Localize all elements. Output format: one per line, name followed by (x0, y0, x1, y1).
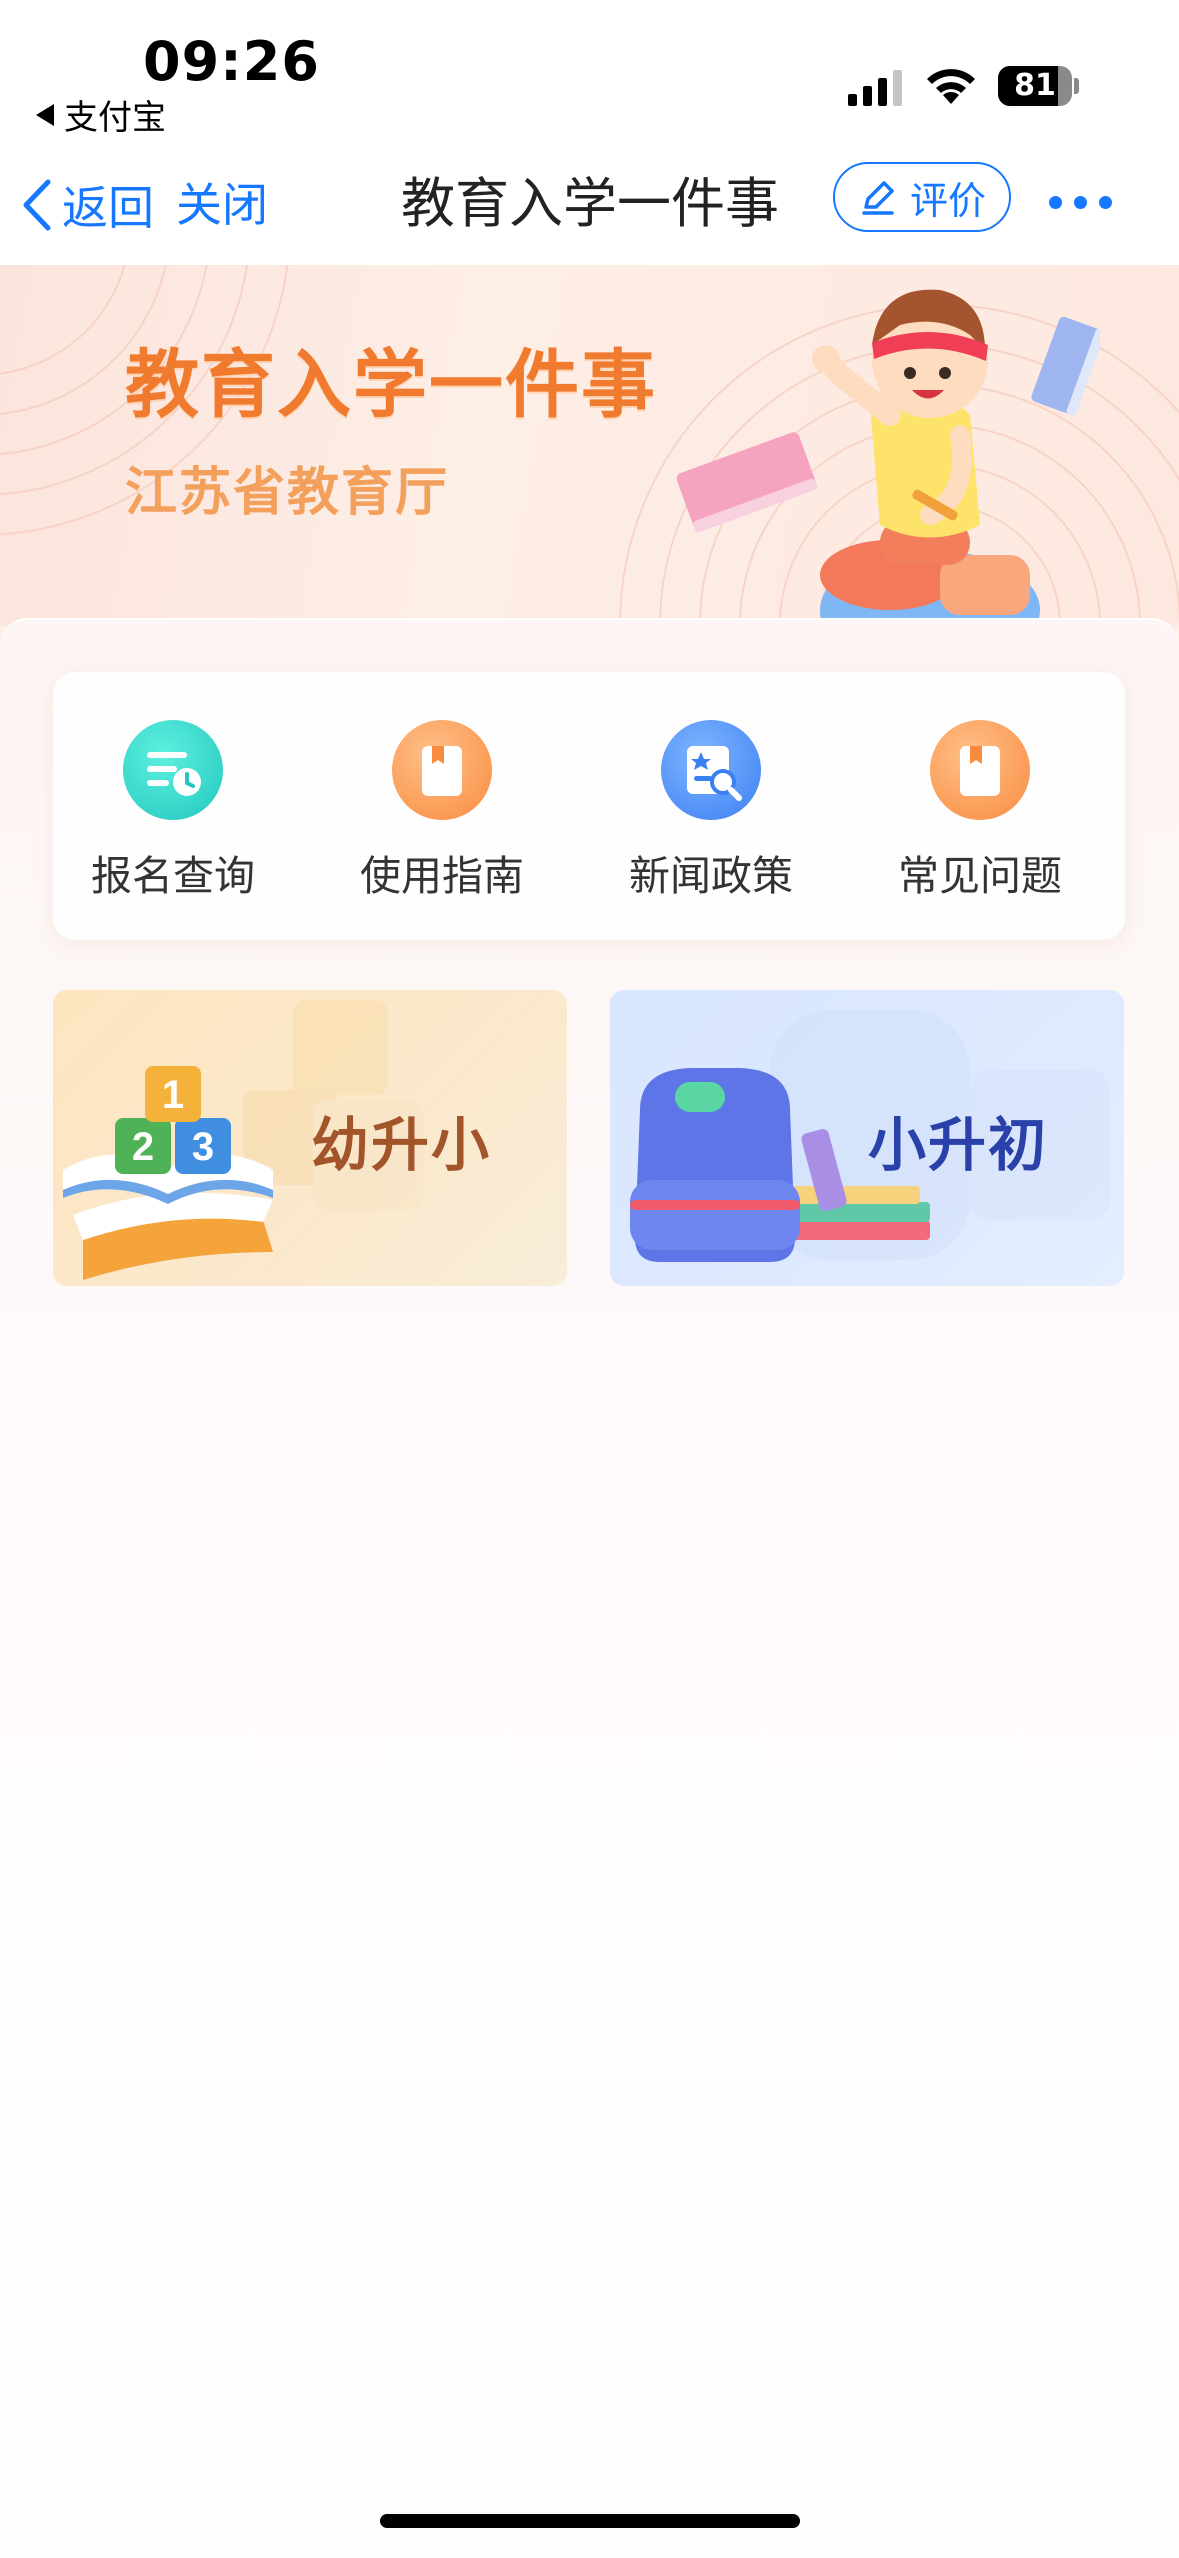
quick-link-news-policy[interactable]: 新闻政策 (591, 720, 831, 900)
quick-link-label: 常见问题 (898, 852, 1062, 900)
more-dot-icon (1073, 195, 1087, 209)
entry-card-kindergarten-to-primary[interactable]: 2 3 1 幼升小 (53, 990, 567, 1286)
home-indicator (380, 2514, 800, 2528)
battery-icon: 81 (998, 66, 1072, 106)
back-app-label: 支付宝 (64, 98, 166, 138)
banner-subtitle: 江苏省教育厅 (125, 463, 450, 523)
student-on-rocket-illustration (676, 289, 1100, 625)
svg-text:1: 1 (162, 1073, 184, 1117)
status-time: 09:26 (143, 30, 320, 93)
svg-text:2: 2 (132, 1125, 154, 1169)
back-label: 返回 (62, 181, 154, 235)
quick-link-label: 使用指南 (360, 852, 524, 900)
status-bar: 09:26 支付宝 81 (0, 0, 1179, 150)
quick-links-card: 报名查询 使用指南 新闻政策 常见问题 (53, 672, 1125, 940)
more-dot-icon (1048, 195, 1062, 209)
quick-link-label: 报名查询 (91, 852, 255, 900)
svg-text:3: 3 (192, 1125, 214, 1169)
chevron-left-icon (23, 179, 51, 231)
close-button[interactable]: 关闭 (176, 170, 268, 240)
entry-card-primary-to-middle[interactable]: 小升初 (610, 990, 1124, 1286)
battery-cap (1074, 78, 1079, 94)
rate-button[interactable]: 评价 (833, 162, 1011, 232)
entry-label: 幼升小 (311, 1111, 492, 1179)
quick-link-label: 新闻政策 (629, 852, 793, 900)
edit-pencil-icon (862, 181, 894, 215)
hero-banner: 教育入学一件事 江苏省教育厅 (0, 265, 1179, 625)
page-title: 教育入学一件事 (401, 172, 779, 235)
entry-label: 小升初 (868, 1111, 1049, 1179)
news-policy-icon (661, 720, 761, 820)
wifi-icon (927, 69, 975, 104)
quick-link-faq[interactable]: 常见问题 (860, 720, 1100, 900)
registration-query-icon (123, 720, 223, 820)
nav-bar: 返回 关闭 教育入学一件事 评价 (0, 150, 1179, 265)
guide-book-icon (392, 720, 492, 820)
quick-link-guide[interactable]: 使用指南 (322, 720, 562, 900)
back-triangle-icon (36, 103, 54, 126)
banner-title: 教育入学一件事 (125, 342, 657, 428)
more-options-button[interactable] (1040, 172, 1120, 232)
cellular-signal-icon (848, 70, 902, 106)
back-to-app-button[interactable]: 支付宝 (36, 90, 166, 139)
faq-book-icon (930, 720, 1030, 820)
quick-link-registration-query[interactable]: 报名查询 (53, 720, 293, 900)
more-dot-icon (1098, 195, 1112, 209)
rate-label: 评价 (909, 178, 986, 223)
battery-level: 81 (1014, 68, 1056, 103)
back-button[interactable]: 返回 (20, 170, 154, 240)
